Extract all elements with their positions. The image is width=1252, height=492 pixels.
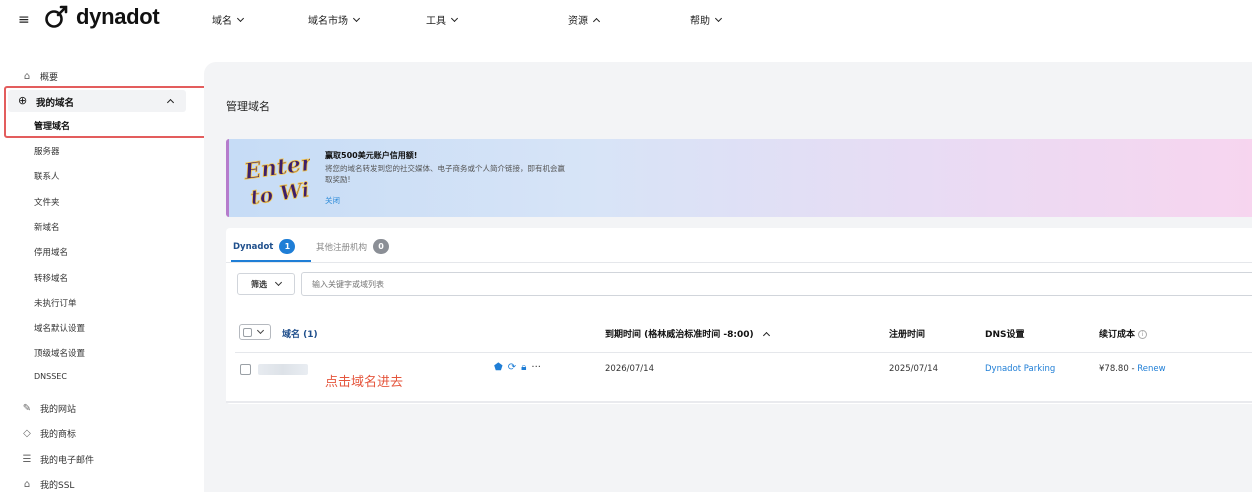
tab-label: 其他注册机构	[316, 242, 368, 253]
annotation-text: 点击域名进去	[325, 375, 404, 390]
nav-label: 域名市场	[308, 16, 348, 27]
info-icon[interactable]: i	[1138, 330, 1148, 339]
row-checkbox[interactable]	[240, 364, 251, 375]
search-input[interactable]	[301, 272, 1252, 296]
sidebar-item-pending-orders[interactable]: 未执行订单	[34, 297, 77, 309]
sidebar-item-domain-defaults[interactable]: 域名默认设置	[34, 322, 85, 334]
sidebar-item-label: 我的电子邮件	[40, 455, 95, 466]
top-navigation-bar: ≡ dynadot 域名 域名市场 工具 资源 帮助	[0, 0, 1252, 44]
page-title: 管理域名	[226, 100, 270, 113]
chevron-down-icon	[714, 14, 723, 22]
auto-renew-icon[interactable]: ⟳	[508, 362, 516, 373]
sidebar-item-contacts[interactable]: 联系人	[34, 170, 60, 182]
sidebar-item-dnssec[interactable]: DNSSEC	[34, 372, 67, 381]
renew-link[interactable]: Renew	[1137, 364, 1165, 374]
count-badge: 0	[373, 239, 390, 254]
sidebar-item-my-trademarks[interactable]: ◇ 我的商标	[20, 423, 76, 443]
tab-other-registrars[interactable]: 其他注册机构 0	[316, 239, 390, 254]
column-header-expiry[interactable]: 到期时间 (格林威治标准时间 -8:00)	[605, 327, 770, 340]
chevron-down-icon	[236, 14, 245, 22]
nav-tools[interactable]: 工具	[426, 12, 459, 27]
banner-close-link[interactable]: 关闭	[325, 195, 340, 206]
count-badge: 1	[279, 239, 296, 254]
column-header-registered[interactable]: 注册时间	[889, 327, 925, 340]
menu-icon[interactable]: ≡	[18, 12, 30, 28]
sidebar-item-label: 我的商标	[40, 429, 77, 440]
nav-label: 资源	[568, 16, 588, 27]
sidebar-item-my-ssl[interactable]: ⌂ 我的SSL	[20, 474, 75, 492]
sidebar-item-servers[interactable]: 服务器	[34, 145, 60, 157]
domain-status-icons: ⬟ ⟳ 🔒︎ ···	[494, 362, 541, 373]
lock-icon[interactable]: 🔒︎	[521, 362, 526, 373]
column-header-domain[interactable]: 域名 (1)	[282, 327, 318, 340]
sidebar-item-label: 概要	[40, 72, 59, 83]
expiry-date: 2026/07/14	[605, 364, 654, 374]
banner-title: 赢取500美元账户信用额!	[325, 151, 418, 160]
filter-label: 筛选	[251, 279, 267, 289]
sidebar-item-my-email[interactable]: ☰ 我的电子邮件	[20, 449, 95, 469]
nav-domains[interactable]: 域名	[212, 12, 245, 27]
home-icon: ⌂	[23, 70, 31, 82]
registered-date: 2025/07/14	[889, 364, 938, 374]
checkbox-box	[243, 328, 252, 337]
nav-label: 域名	[212, 16, 232, 27]
sort-ascending-icon	[762, 331, 770, 340]
shield-icon[interactable]: ⬟	[494, 362, 503, 373]
mail-icon: ☰	[22, 453, 32, 465]
select-all-checkbox[interactable]	[239, 324, 271, 340]
nav-marketplace[interactable]: 域名市场	[308, 12, 361, 27]
chevron-up-icon	[592, 17, 601, 25]
column-header-label: 到期时间 (格林威治标准时间 -8:00)	[605, 330, 754, 340]
domain-name-link-blurred[interactable]	[258, 364, 308, 375]
column-header-label: 续订成本	[1099, 330, 1136, 340]
sidebar-item-label: 我的网站	[40, 404, 77, 415]
enter-to-win-graphic: Enter to Win	[241, 149, 310, 209]
renew-cost: ¥78.80 - Renew	[1099, 364, 1166, 374]
pencil-icon: ✎	[22, 402, 32, 414]
logo[interactable]: dynadot	[44, 4, 160, 30]
sidebar-item-new-domains[interactable]: 新域名	[34, 221, 60, 233]
nav-label: 工具	[426, 16, 446, 27]
separator: -	[1128, 364, 1138, 374]
logo-text: dynadot	[76, 4, 160, 29]
nav-help[interactable]: 帮助	[690, 12, 723, 27]
dns-setting-link[interactable]: Dynadot Parking	[985, 364, 1055, 374]
chevron-down-icon	[274, 278, 283, 287]
banner-description: 将您的域名转发到您的社交媒体、电子商务或个人简介链接，即有机会赢取奖励!	[325, 164, 565, 184]
sidebar-item-folders[interactable]: 文件夹	[34, 196, 60, 208]
chevron-down-icon	[352, 14, 361, 22]
chevron-down-icon	[256, 326, 265, 335]
nav-label: 帮助	[690, 16, 710, 27]
lock-icon: ⌂	[23, 478, 31, 490]
tab-divider	[226, 262, 1252, 263]
sidebar-item-overview[interactable]: ⌂ 概要	[20, 66, 58, 86]
tag-icon: ◇	[23, 427, 31, 439]
renew-price: ¥78.80	[1099, 364, 1129, 374]
sidebar-item-transfer-domains[interactable]: 转移域名	[34, 272, 68, 284]
table-divider	[235, 352, 1252, 353]
tab-dynadot[interactable]: Dynadot 1	[233, 239, 296, 254]
sidebar-item-manage-domains[interactable]: 管理域名	[34, 119, 70, 132]
more-options-icon[interactable]: ···	[531, 362, 541, 373]
table-bottom-divider	[226, 401, 1252, 403]
sidebar-item-tld-settings[interactable]: 顶级域名设置	[34, 347, 85, 359]
column-header-dns[interactable]: DNS设置	[985, 327, 1025, 340]
sidebar-item-label: 我的SSL	[40, 480, 75, 491]
filter-button[interactable]: 筛选	[237, 273, 295, 295]
column-header-renew-cost[interactable]: 续订成本 i	[1099, 327, 1148, 340]
chevron-down-icon	[450, 14, 459, 22]
tab-label: Dynadot	[233, 241, 274, 252]
dynadot-logo-icon	[45, 5, 68, 28]
nav-resources[interactable]: 资源	[568, 12, 601, 27]
sidebar-item-my-websites[interactable]: ✎ 我的网站	[20, 398, 76, 418]
sidebar-item-deactivated-domains[interactable]: 停用域名	[34, 246, 68, 258]
